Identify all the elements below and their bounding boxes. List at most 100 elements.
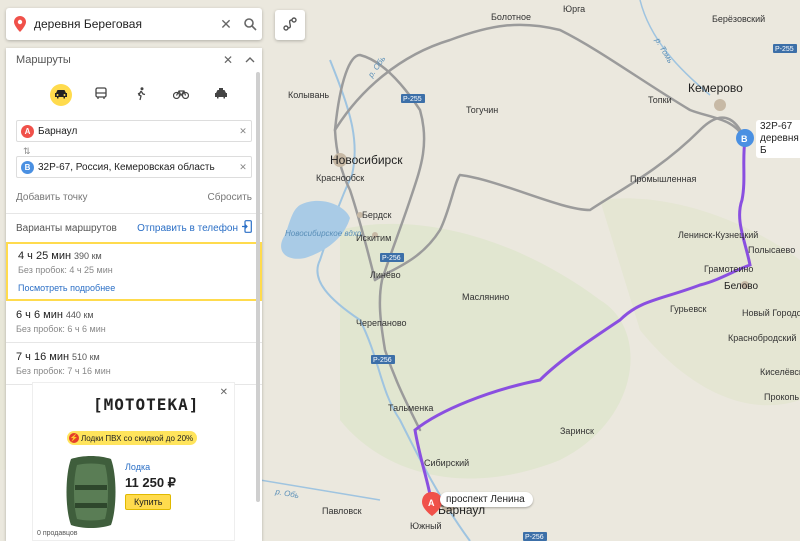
city-maslyanino: Маслянино [462,292,509,302]
svg-text:Р-256: Р-256 [382,255,401,262]
city-promyshlennaya: Промышленная [630,174,697,184]
road-badge-r255-west: Р-255 [401,94,425,103]
pin-b-label[interactable]: 32Р-67 деревня Б [756,120,800,158]
clear-waypoint-a-icon[interactable]: ✕ [235,126,251,137]
city-kemerovo[interactable]: Кемерово [688,81,743,95]
route-toggle-button[interactable] [275,10,305,40]
label-reservoir: Новосибирское вдхр. [285,229,364,238]
phone-export-icon [242,220,252,236]
reset-link[interactable]: Сбросить [208,192,252,203]
panel-scrollbar[interactable] [256,72,260,502]
city-krasnoobsk: Краснообск [316,173,364,183]
route-1-time-row: 4 ч 25 мин 390 км [18,250,250,262]
city-leninsk: Ленинск-Кузнецкий [678,230,758,240]
panel-title: Маршруты [16,54,71,66]
location-pin-icon [6,16,34,32]
city-berdsk: Бердск [362,210,391,220]
city-krasnobrodsky: Краснобродский [728,333,796,343]
ad-product-name[interactable]: Лодка [125,462,150,472]
lightning-icon: ⚡ [69,433,79,443]
route-1-no-traffic: Без пробок: 4 ч 25 мин [18,265,113,275]
ad-brand-name: МОТОТЕКА [103,395,189,414]
route-3-no-traffic: Без пробок: 7 ч 16 мин [16,366,111,376]
boat-image[interactable] [63,455,119,532]
svg-text:A: A [428,498,435,508]
city-sibirsky: Сибирский [424,458,469,468]
collapse-panel-icon[interactable] [242,52,258,68]
waypoint-actions: Добавить точку Сбросить [6,192,262,203]
ad-price: 11 250 ₽ [125,475,176,490]
add-point-link[interactable]: Добавить точку [16,192,87,203]
city-beryozovsky: Берёзовский [712,14,765,24]
road-badge-r256-cherepanovo: Р-256 [371,355,395,364]
ad-banner[interactable]: ✕ [МОТОТЕКА] ⚡ Лодки ПВХ со скидкой до 2… [32,382,235,541]
mode-taxi-button[interactable] [210,84,232,106]
pin-a-label[interactable]: проспект Ленина [440,492,533,507]
city-prokopyevsk: Прокопь [764,392,799,402]
route-2-time: 6 ч 6 мин [16,309,63,321]
svg-text:Р-256: Р-256 [525,534,544,541]
clear-search-icon[interactable]: ✕ [214,16,238,33]
route-option-3[interactable]: 7 ч 16 мин 510 км Без пробок: 7 ч 16 мин [6,343,262,385]
city-kiselyovsk: Киселёвск [760,367,800,377]
transport-modes [6,78,262,112]
route-1-distance: 390 км [74,251,102,261]
waypoint-a-field[interactable]: A Барнаул ✕ [16,120,252,142]
pin-b-label-line1: 32Р-67 [760,121,793,132]
city-pavlovsk: Павловск [322,506,362,516]
road-badge-r255-east: Р-255 [773,44,797,53]
city-zarinsk: Заринск [560,426,594,436]
city-topki: Топки [648,95,672,105]
route-option-2[interactable]: 6 ч 6 мин 440 км Без пробок: 6 ч 6 мин [6,301,262,343]
svg-text:Р-256: Р-256 [373,357,392,364]
route-option-1[interactable]: 4 ч 25 мин 390 км Без пробок: 4 ч 25 мин … [6,242,262,301]
routes-panel: Маршруты ✕ A Барнаул ✕ ⇅ B 32Р-67, Росси… [6,48,262,541]
route-3-distance: 510 км [72,352,100,362]
city-belovo[interactable]: Белово [724,281,759,292]
route-2-distance: 440 км [65,310,94,320]
city-yurga: Юрга [563,4,585,14]
clear-waypoint-b-icon[interactable]: ✕ [235,162,251,173]
close-ad-icon[interactable]: ✕ [220,387,228,398]
city-bolotnoe: Болотное [491,12,531,22]
pin-b-marker[interactable]: B [736,129,754,147]
close-panel-icon[interactable]: ✕ [220,52,236,68]
city-guryevsk: Гурьевск [670,304,707,314]
mode-car-button[interactable] [50,84,72,106]
mode-walk-button[interactable] [130,84,152,106]
ad-promo-text: Лодки ПВХ со скидкой до 20% [81,433,194,443]
city-talmenka: Тальменка [388,403,433,413]
bike-icon [172,88,190,102]
city-novy-gorodok: Новый Городок [742,308,800,318]
walk-icon [136,86,146,104]
city-iskitim: Искитим [356,233,391,243]
route-1-details-link[interactable]: Посмотреть подробнее [18,283,250,293]
svg-text:Р-255: Р-255 [403,96,422,103]
waypoint-b-field[interactable]: B 32Р-67, Россия, Кемеровская область ✕ [16,156,252,178]
city-yuzhny: Южный [410,521,442,531]
waypoint-a-input[interactable]: Барнаул [38,126,235,137]
ad-promo-badge[interactable]: ⚡ Лодки ПВХ со скидкой до 20% [67,431,198,445]
route-3-time: 7 ч 16 мин [16,351,70,363]
search-icon[interactable] [238,17,262,31]
send-to-phone-label: Отправить в телефон [137,222,238,234]
waypoint-b-input[interactable]: 32Р-67, Россия, Кемеровская область [38,162,235,173]
ad-buy-button[interactable]: Купить [125,494,172,510]
search-bar[interactable]: деревня Береговая ✕ [6,8,262,40]
panel-header: Маршруты ✕ [6,48,262,72]
waypoint-a-badge: A [21,124,34,138]
send-to-phone-link[interactable]: Отправить в телефон [137,220,252,236]
city-novosibirsk[interactable]: Новосибирск [330,153,403,167]
city-linevo: Линёво [370,270,401,280]
search-input[interactable]: деревня Береговая [34,17,214,31]
waypoint-b-badge: B [21,160,34,174]
route-3-time-row: 7 ч 16 мин 510 км [16,351,252,363]
mode-bike-button[interactable] [170,84,192,106]
variants-label: Варианты маршрутов [16,222,117,234]
pin-b-label-line2: деревня Б [760,133,799,156]
mode-transit-button[interactable] [90,84,112,106]
route-1-time: 4 ч 25 мин [18,250,72,262]
svg-text:Р-255: Р-255 [775,46,794,53]
city-toguchin: Тогучин [466,105,498,115]
road-badge-r256-iskitim: Р-256 [380,253,404,262]
